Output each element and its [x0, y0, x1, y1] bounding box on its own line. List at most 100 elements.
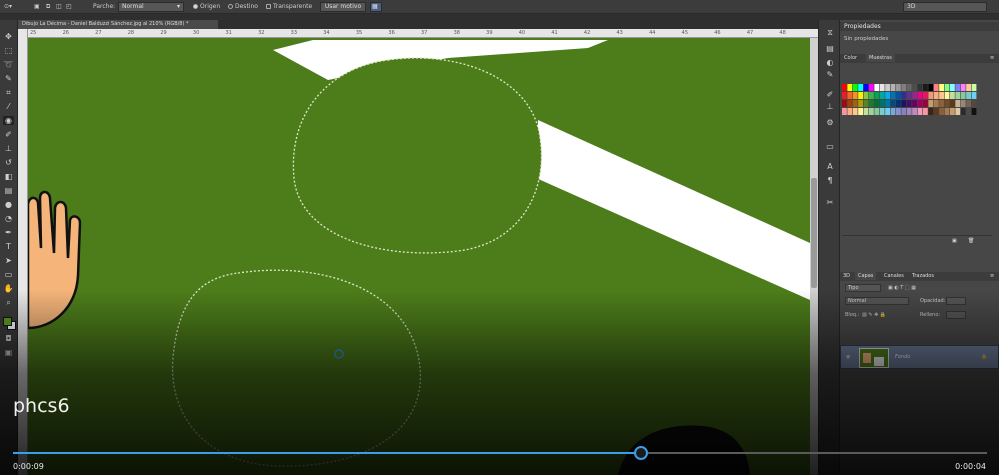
type-tool-icon[interactable]: T [3, 242, 14, 251]
intersect-selection-icon[interactable]: ◰ [66, 0, 72, 14]
color-swatch[interactable] [901, 108, 907, 115]
color-swatch[interactable] [858, 92, 863, 99]
color-swatch[interactable] [912, 100, 917, 107]
color-swatch[interactable] [971, 108, 977, 115]
history-panel-icon[interactable]: ⧖ [825, 28, 835, 37]
color-swatch[interactable] [906, 108, 912, 115]
color-swatch[interactable] [923, 84, 928, 91]
canvas-vertical-scrollbar[interactable] [810, 38, 818, 475]
color-swatch[interactable] [858, 108, 863, 115]
tab-layers[interactable]: Capas [855, 272, 877, 280]
hand-tool-icon[interactable]: ✋ [3, 284, 14, 293]
color-swatch[interactable] [923, 100, 928, 107]
color-swatch[interactable] [869, 84, 874, 91]
brush-presets-icon[interactable]: ✎ [825, 70, 835, 79]
tools-options-icon[interactable]: ✂ [825, 198, 835, 207]
subtract-selection-icon[interactable]: ◫ [56, 0, 62, 14]
color-swatch[interactable] [966, 108, 971, 115]
color-swatch[interactable] [879, 92, 885, 99]
color-swatch[interactable] [960, 92, 966, 99]
zoom-tool-icon[interactable]: ⌕ [3, 298, 14, 307]
color-swatch[interactable] [928, 108, 934, 115]
color-swatch[interactable] [879, 100, 885, 107]
color-swatch[interactable] [842, 84, 847, 91]
fill-input[interactable] [946, 311, 966, 319]
color-swatch[interactable] [912, 84, 917, 91]
shape-tool-icon[interactable]: ▭ [3, 270, 14, 279]
adjustments-panel-icon[interactable]: ◐ [825, 58, 835, 67]
color-swatch[interactable] [874, 84, 880, 91]
color-swatch[interactable] [906, 92, 912, 99]
color-swatch[interactable] [901, 100, 907, 107]
color-swatch[interactable] [928, 84, 934, 91]
color-swatch[interactable] [890, 84, 896, 91]
color-swatch[interactable] [939, 108, 944, 115]
quick-selection-tool-icon[interactable]: ✎ [3, 74, 14, 83]
color-swatch[interactable] [842, 100, 847, 107]
marquee-tool-icon[interactable]: ⬚ [3, 46, 14, 55]
tool-presets-icon[interactable]: ⚙ [825, 118, 835, 127]
color-swatch[interactable] [966, 92, 971, 99]
color-swatch[interactable] [944, 108, 950, 115]
pattern-picker[interactable]: ▦ [370, 2, 382, 12]
properties-panel-icon[interactable]: ▤ [825, 44, 835, 53]
visibility-eye-icon[interactable]: ◉ [846, 353, 850, 361]
color-swatch[interactable] [912, 92, 917, 99]
color-swatch[interactable] [847, 100, 853, 107]
transparent-checkbox[interactable]: Transparente [266, 0, 312, 14]
color-swatch[interactable] [858, 84, 863, 91]
color-swatch[interactable] [923, 108, 928, 115]
clone-stamp-tool-icon[interactable]: ⊥ [3, 144, 14, 153]
color-swatch[interactable] [852, 92, 858, 99]
color-swatch[interactable] [944, 92, 950, 99]
quick-mask-icon[interactable]: ◘ [3, 334, 14, 343]
color-swatch[interactable] [885, 100, 890, 107]
color-swatch[interactable] [896, 108, 901, 115]
tab-paths[interactable]: Trazados [912, 272, 934, 280]
color-swatch[interactable] [847, 92, 853, 99]
color-swatch[interactable] [917, 100, 923, 107]
color-swatch[interactable] [971, 92, 977, 99]
color-swatch[interactable] [955, 100, 961, 107]
layer-row[interactable]: ◉ Fondo 🔒 [840, 345, 999, 369]
blur-tool-icon[interactable]: ● [3, 200, 14, 209]
scrollbar-thumb[interactable] [811, 178, 817, 288]
color-swatch[interactable] [879, 84, 885, 91]
color-swatch[interactable] [960, 108, 966, 115]
color-swatch[interactable] [896, 84, 901, 91]
color-swatch[interactable] [955, 92, 961, 99]
color-swatch[interactable] [852, 108, 858, 115]
add-selection-icon[interactable]: ⧉ [46, 0, 50, 14]
color-swatch[interactable] [917, 92, 923, 99]
color-swatch[interactable] [950, 92, 955, 99]
color-swatch[interactable] [847, 108, 853, 115]
color-swatch[interactable] [842, 108, 847, 115]
color-swatch[interactable] [923, 92, 928, 99]
color-swatch[interactable] [896, 100, 901, 107]
color-swatch[interactable] [874, 108, 880, 115]
brush-panel-icon[interactable]: ✐ [825, 90, 835, 99]
color-swatch[interactable] [933, 108, 939, 115]
tab-3d[interactable]: 3D [843, 272, 850, 280]
color-swatch[interactable] [863, 84, 869, 91]
color-swatch[interactable] [950, 84, 955, 91]
pen-tool-icon[interactable]: ✒ [3, 228, 14, 237]
new-swatch-icon[interactable]: ▣ [952, 237, 957, 245]
screen-mode-icon[interactable]: ▣ [3, 348, 14, 357]
document-canvas[interactable] [28, 38, 810, 475]
color-swatch[interactable] [885, 84, 890, 91]
color-swatch[interactable] [869, 92, 874, 99]
color-swatch[interactable] [906, 84, 912, 91]
use-pattern-button[interactable]: Usar motivo [320, 2, 366, 12]
color-swatch[interactable] [906, 100, 912, 107]
color-swatch[interactable] [863, 92, 869, 99]
lasso-tool-icon[interactable]: ➰ [3, 60, 14, 69]
color-swatch[interactable] [939, 92, 944, 99]
eraser-tool-icon[interactable]: ◧ [3, 172, 14, 181]
color-swatch[interactable] [885, 92, 890, 99]
color-swatch[interactable] [912, 108, 917, 115]
color-swatch[interactable] [950, 100, 955, 107]
color-swatch[interactable] [885, 108, 890, 115]
color-swatch[interactable] [917, 84, 923, 91]
tab-channels[interactable]: Canales [884, 272, 904, 280]
